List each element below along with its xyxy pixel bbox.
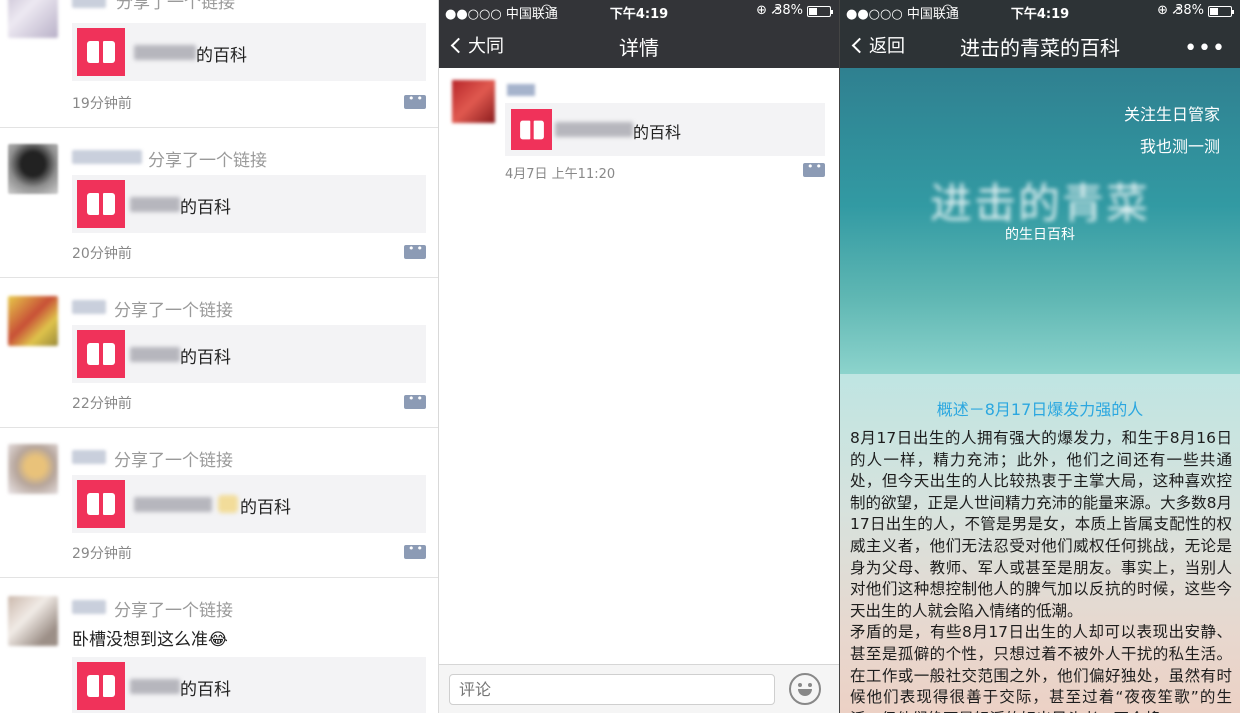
hero-subtitle: 的生日百科 — [1005, 227, 1075, 243]
feed-item[interactable]: 分享了一个链接 卧槽没想到这么准😂 的百科 — [0, 578, 438, 713]
shared-link-text: 分享了一个链接 — [114, 451, 233, 471]
timestamp: 22分钟前 — [72, 396, 132, 412]
page-title: 进击的青菜的百科 — [960, 36, 1120, 60]
comment-icon[interactable] — [404, 392, 426, 409]
hero-name: 进击的青菜 — [929, 179, 1150, 228]
sparkle-icon — [218, 495, 238, 513]
card-title: 的百科 — [180, 680, 231, 700]
timestamp: 20分钟前 — [72, 246, 132, 262]
user-name[interactable] — [72, 450, 106, 464]
lock-rotation-icon: ⊕ — [1157, 3, 1168, 18]
comment-icon[interactable] — [404, 542, 426, 559]
comment-icon[interactable] — [404, 92, 426, 109]
avatar[interactable] — [8, 444, 58, 494]
book-icon — [77, 662, 125, 710]
comment-icon[interactable] — [803, 160, 825, 177]
link-card[interactable]: 的百科 — [72, 475, 426, 533]
feed-item[interactable]: 分享了一个链接 的百科 22分钟前 — [0, 278, 438, 428]
link-card[interactable]: 的百科 — [72, 657, 426, 713]
more-options-icon[interactable]: ••• — [1184, 36, 1226, 61]
shared-link-text: 分享了一个链接 — [114, 601, 233, 621]
book-icon — [77, 330, 125, 378]
timestamp: 19分钟前 — [72, 96, 132, 112]
follow-link[interactable]: 关注生日管家 — [1124, 101, 1220, 125]
detail-panel: ●●○○○ 中国联通 ◠ 下午4:19 ⊕ ➚ 38% 大同 详情 的百科 4月… — [439, 0, 839, 713]
link-card[interactable]: 的百科 — [72, 23, 426, 81]
link-card[interactable]: 的百科 — [72, 175, 426, 233]
paragraph: 矛盾的是，有些8月17日出生的人却可以表现出安静、甚至是孤僻的个性，只想过着不被… — [850, 623, 1232, 713]
user-name[interactable] — [507, 84, 535, 96]
book-icon — [77, 28, 125, 76]
comment-icon[interactable] — [404, 242, 426, 259]
shared-link-text: 分享了一个链接 — [148, 151, 267, 171]
battery-icon — [807, 6, 833, 17]
comment-bar — [439, 664, 839, 713]
blurred-name — [134, 45, 196, 60]
feed-item[interactable]: 分享了一个链接 的百科 20分钟前 — [0, 128, 438, 278]
card-title: 的百科 — [633, 123, 682, 142]
card-title: 的百科 — [240, 498, 291, 518]
timestamp: 29分钟前 — [72, 546, 132, 562]
nav-bar: ●●○○○ 中国联通 ◠ 下午4:19 ⊕ ➚ 38% 返回 进击的青菜的百科 … — [840, 0, 1240, 68]
article-body: 8月17日出生的人拥有强大的爆发力，和生于8月16日的人一样，精力充沛；此外，他… — [850, 428, 1232, 713]
avatar[interactable] — [8, 596, 58, 646]
feed-item[interactable]: 分享了一个链接 的百科 29分钟前 — [0, 428, 438, 578]
battery-icon — [1208, 6, 1234, 17]
user-name[interactable] — [72, 150, 142, 164]
book-icon — [77, 180, 125, 228]
user-name[interactable] — [72, 300, 106, 314]
battery-percent: 38% — [774, 3, 803, 18]
shared-link-text: 分享了一个链接 — [114, 301, 233, 321]
lock-rotation-icon: ⊕ — [756, 3, 767, 18]
nav-bar: ●●○○○ 中国联通 ◠ 下午4:19 ⊕ ➚ 38% 大同 详情 — [439, 0, 839, 68]
status-bar: ●●○○○ 中国联通 ◠ 下午4:19 ⊕ ➚ 38% — [439, 0, 839, 22]
blurred-name — [130, 197, 180, 212]
avatar[interactable] — [8, 144, 58, 194]
user-name[interactable] — [72, 0, 106, 8]
feed-item[interactable]: 分享了一个链接 的百科 19分钟前 — [0, 0, 438, 128]
feed-panel: 分享了一个链接 的百科 19分钟前 分享了一个链接 的百科 20分钟前 分享了一… — [0, 0, 438, 713]
blurred-name — [130, 679, 180, 694]
comment-input[interactable] — [449, 674, 775, 705]
status-bar: ●●○○○ 中国联通 ◠ 下午4:19 ⊕ ➚ 38% — [840, 0, 1240, 22]
try-test-link[interactable]: 我也测一测 — [1140, 133, 1220, 157]
avatar[interactable] — [8, 296, 58, 346]
blurred-name — [555, 122, 633, 137]
user-name[interactable] — [72, 600, 106, 614]
card-title: 的百科 — [196, 46, 247, 66]
link-card[interactable]: 的百科 — [72, 325, 426, 383]
avatar[interactable] — [8, 0, 58, 38]
emoji-icon[interactable] — [789, 673, 821, 705]
battery-percent: 38% — [1175, 3, 1204, 18]
paragraph: 8月17日出生的人拥有强大的爆发力，和生于8月16日的人一样，精力充沛；此外，他… — [850, 429, 1232, 620]
section-title: 概述－8月17日爆发力强的人 — [936, 400, 1144, 419]
blurred-name — [134, 497, 212, 512]
link-card[interactable]: 的百科 — [505, 103, 825, 156]
avatar[interactable] — [452, 80, 495, 123]
post-comment: 卧槽没想到这么准😂 — [72, 630, 228, 650]
blurred-name — [130, 347, 180, 362]
page-title: 详情 — [619, 36, 659, 60]
timestamp: 4月7日 上午11:20 — [505, 167, 616, 182]
book-icon — [511, 109, 552, 150]
book-icon — [77, 480, 125, 528]
shared-link-text: 分享了一个链接 — [116, 0, 235, 13]
card-title: 的百科 — [180, 198, 231, 218]
card-title: 的百科 — [180, 348, 231, 368]
article-panel: ●●○○○ 中国联通 ◠ 下午4:19 ⊕ ➚ 38% 返回 进击的青菜的百科 … — [840, 0, 1240, 713]
